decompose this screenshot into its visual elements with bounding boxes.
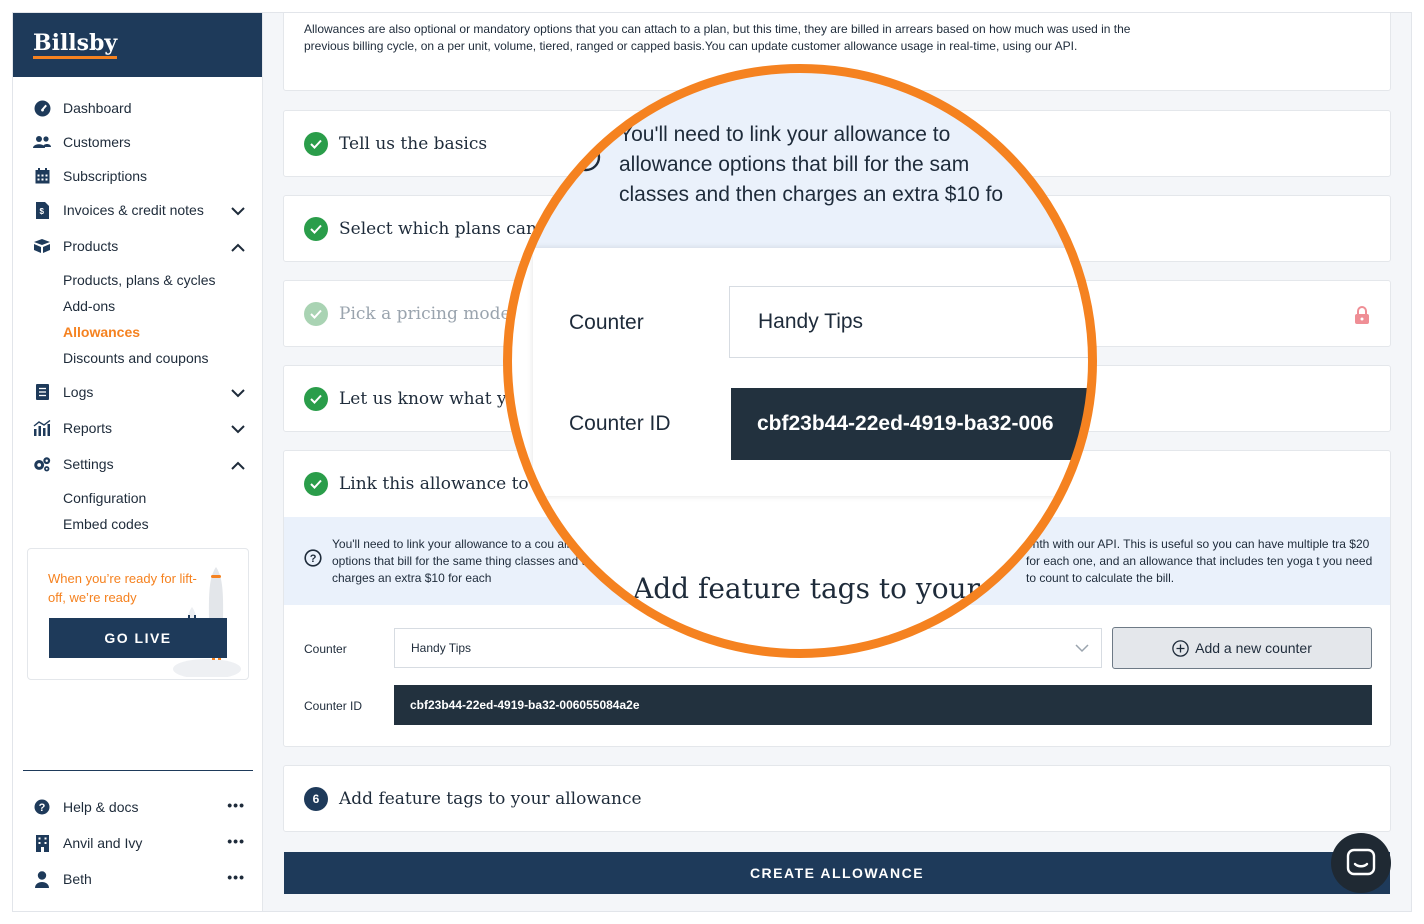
users-icon bbox=[33, 133, 51, 151]
sidebar-item-label: Reports bbox=[63, 420, 113, 436]
logs-icon bbox=[33, 383, 51, 401]
rocket-illustration bbox=[173, 567, 241, 677]
sidebar-item-label: Beth bbox=[63, 871, 92, 887]
sidebar-item-help[interactable]: ? Help & docs ••• bbox=[13, 789, 263, 825]
svg-text:?: ? bbox=[39, 802, 46, 814]
settings-icon bbox=[33, 455, 51, 473]
sidebar-item-label: Logs bbox=[63, 384, 94, 400]
invoice-icon: $ bbox=[33, 201, 51, 219]
dashboard-icon bbox=[33, 99, 51, 117]
sidebar-bottom-nav: ? Help & docs ••• Anvil and Ivy ••• Beth… bbox=[13, 789, 263, 897]
step-feature-tags[interactable]: 6 Add feature tags to your allowance bbox=[283, 765, 1391, 832]
help-icon: ? bbox=[33, 798, 51, 816]
go-live-button[interactable]: GO LIVE bbox=[49, 618, 227, 658]
sidebar-item-subscriptions[interactable]: Subscriptions bbox=[13, 159, 263, 193]
sidebar-item-label: Subscriptions bbox=[63, 168, 148, 184]
step-title: Pick a pricing model bbox=[339, 303, 517, 324]
sidebar-item-label: Invoices & credit notes bbox=[63, 202, 204, 218]
sidebar-item-label: Dashboard bbox=[63, 100, 132, 116]
calendar-icon bbox=[33, 167, 51, 185]
chat-launcher[interactable] bbox=[1331, 833, 1391, 893]
sidebar-item-products[interactable]: Products bbox=[13, 229, 263, 263]
check-icon bbox=[304, 301, 328, 326]
sidebar-item-label: Products bbox=[63, 238, 119, 254]
sidebar-divider bbox=[23, 770, 253, 771]
more-options-icon[interactable]: ••• bbox=[227, 797, 245, 813]
plus-circle-icon bbox=[1172, 639, 1189, 657]
go-live-card: When you’re ready for lift-off, we’re re… bbox=[27, 548, 249, 680]
add-new-counter-label: Add a new counter bbox=[1195, 640, 1312, 656]
sidebar-subitem-allowances[interactable]: Allowances bbox=[13, 319, 263, 345]
sidebar-item-logs[interactable]: Logs bbox=[13, 375, 263, 409]
sidebar-item-reports[interactable]: Reports bbox=[13, 411, 263, 445]
sidebar-item-user[interactable]: Beth ••• bbox=[13, 861, 263, 897]
lock-icon bbox=[1354, 306, 1370, 329]
check-icon bbox=[304, 386, 328, 411]
sidebar-item-label: Customers bbox=[63, 134, 131, 150]
step-title: Let us know what you bbox=[339, 388, 528, 409]
chevron-down-icon[interactable] bbox=[231, 421, 245, 437]
sidebar-subitem-configuration[interactable]: Configuration bbox=[13, 485, 263, 511]
chevron-down-icon bbox=[1075, 642, 1089, 656]
chevron-down-icon[interactable] bbox=[231, 385, 245, 401]
sidebar-item-label: Anvil and Ivy bbox=[63, 835, 143, 851]
check-icon bbox=[304, 472, 328, 496]
sidebar-item-account[interactable]: Anvil and Ivy ••• bbox=[13, 825, 263, 861]
chevron-up-icon[interactable] bbox=[231, 239, 245, 255]
reports-icon bbox=[33, 419, 51, 437]
more-options-icon[interactable]: ••• bbox=[227, 869, 245, 885]
counter-label: Counter bbox=[304, 642, 347, 656]
sidebar-subitem-discounts[interactable]: Discounts and coupons bbox=[13, 345, 263, 371]
sidebar-item-settings[interactable]: Settings bbox=[13, 447, 263, 481]
sidebar-nav: Dashboard Customers Subscriptions $ Invo… bbox=[13, 91, 263, 537]
user-icon bbox=[33, 870, 51, 888]
intro-description: Allowances are also optional or mandator… bbox=[304, 22, 1131, 53]
add-new-counter-button[interactable]: Add a new counter bbox=[1112, 627, 1372, 669]
more-options-icon[interactable]: ••• bbox=[227, 833, 245, 849]
question-circle-icon: ? bbox=[304, 549, 322, 572]
sidebar-subitem-products-plans[interactable]: Products, plans & cycles bbox=[13, 267, 263, 293]
step-number-badge: 6 bbox=[304, 786, 328, 811]
sidebar-subitem-addons[interactable]: Add-ons bbox=[13, 293, 263, 319]
check-icon bbox=[304, 216, 328, 241]
svg-text:$: $ bbox=[39, 207, 44, 216]
svg-text:?: ? bbox=[310, 553, 317, 565]
building-icon bbox=[33, 834, 51, 852]
billsby-logo[interactable]: Billsby bbox=[33, 31, 118, 59]
create-allowance-button[interactable]: CREATE ALLOWANCE bbox=[284, 852, 1390, 894]
sidebar-item-customers[interactable]: Customers bbox=[13, 125, 263, 159]
sidebar: Billsby Dashboard Customers Subscription… bbox=[13, 13, 263, 911]
products-icon bbox=[33, 237, 51, 255]
sidebar-item-label: Settings bbox=[63, 456, 114, 472]
sidebar-item-invoices[interactable]: $ Invoices & credit notes bbox=[13, 193, 263, 227]
check-icon bbox=[304, 131, 328, 156]
step-title: Tell us the basics bbox=[339, 133, 488, 154]
brand-header: Billsby bbox=[13, 13, 262, 77]
chevron-down-icon[interactable] bbox=[231, 203, 245, 219]
chevron-up-icon[interactable] bbox=[231, 457, 245, 473]
step-title: Add feature tags to your allowance bbox=[339, 788, 642, 809]
help-text-right: onth with our API. This is useful so you… bbox=[1026, 537, 1373, 585]
sidebar-item-dashboard[interactable]: Dashboard bbox=[13, 91, 263, 125]
counter-id-label: Counter ID bbox=[304, 699, 363, 713]
sidebar-subitem-embed-codes[interactable]: Embed codes bbox=[13, 511, 263, 537]
sidebar-item-label: Help & docs bbox=[63, 799, 139, 815]
counter-select-value: Handy Tips bbox=[411, 641, 472, 655]
counter-id-field[interactable]: cbf23b44-22ed-4919-ba32-006055084a2e bbox=[394, 685, 1372, 725]
magnifier-ring bbox=[503, 64, 1097, 658]
chat-icon bbox=[1346, 848, 1376, 878]
